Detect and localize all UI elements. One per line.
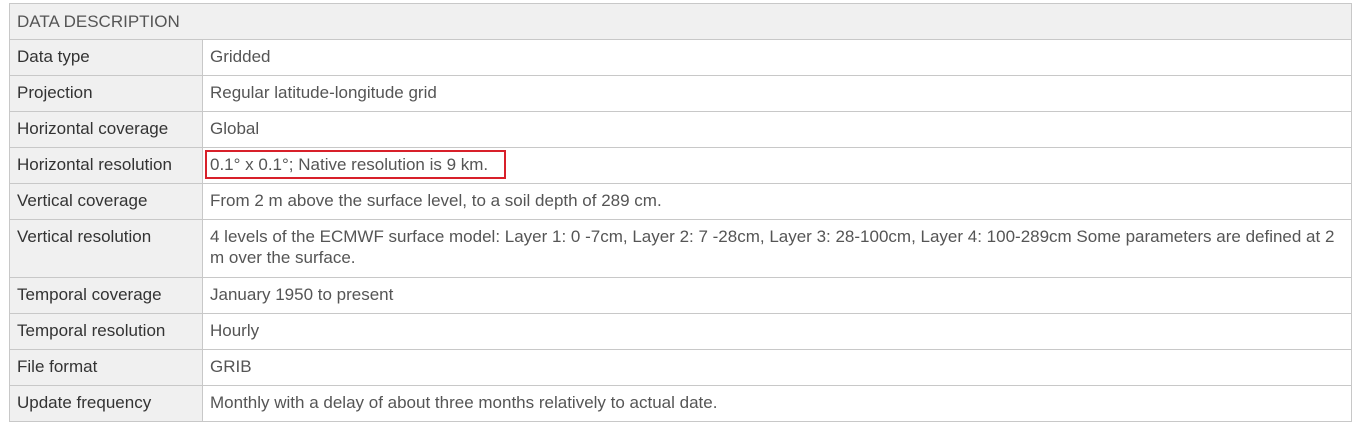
highlight-box: 0.1° x 0.1°; Native resolution is 9 km. <box>205 150 507 179</box>
data-description-table: DATA DESCRIPTION Data type Gridded Proje… <box>9 3 1352 422</box>
row-value-vertical-coverage: From 2 m above the surface level, to a s… <box>202 183 1352 220</box>
row-value-data-type: Gridded <box>202 39 1352 76</box>
row-label-projection: Projection <box>9 75 203 112</box>
table-row: Vertical coverage From 2 m above the sur… <box>9 183 1352 220</box>
row-label-temporal-coverage: Temporal coverage <box>9 277 203 314</box>
table-row: File format GRIB <box>9 349 1352 386</box>
data-description-panel: DATA DESCRIPTION Data type Gridded Proje… <box>9 3 1352 422</box>
row-value-vertical-resolution: 4 levels of the ECMWF surface model: Lay… <box>202 219 1352 278</box>
row-value-file-format: GRIB <box>202 349 1352 386</box>
row-label-vertical-resolution: Vertical resolution <box>9 219 203 278</box>
row-label-data-type: Data type <box>9 39 203 76</box>
row-label-vertical-coverage: Vertical coverage <box>9 183 203 220</box>
table-title: DATA DESCRIPTION <box>9 3 1352 40</box>
table-row: Update frequency Monthly with a delay of… <box>9 385 1352 422</box>
row-label-file-format: File format <box>9 349 203 386</box>
row-value-temporal-coverage: January 1950 to present <box>202 277 1352 314</box>
row-value-projection: Regular latitude-longitude grid <box>202 75 1352 112</box>
table-header-row: DATA DESCRIPTION <box>9 3 1352 40</box>
row-value-temporal-resolution: Hourly <box>202 313 1352 350</box>
row-value-update-frequency: Monthly with a delay of about three mont… <box>202 385 1352 422</box>
table-row: Vertical resolution 4 levels of the ECMW… <box>9 219 1352 278</box>
table-row: Horizontal coverage Global <box>9 111 1352 148</box>
row-label-horizontal-coverage: Horizontal coverage <box>9 111 203 148</box>
row-value-horizontal-resolution: 0.1° x 0.1°; Native resolution is 9 km. <box>202 147 1352 184</box>
table-row: Temporal coverage January 1950 to presen… <box>9 277 1352 314</box>
row-label-horizontal-resolution: Horizontal resolution <box>9 147 203 184</box>
table-row: Data type Gridded <box>9 39 1352 76</box>
row-label-temporal-resolution: Temporal resolution <box>9 313 203 350</box>
table-row: Temporal resolution Hourly <box>9 313 1352 350</box>
row-value-horizontal-coverage: Global <box>202 111 1352 148</box>
table-row: Horizontal resolution 0.1° x 0.1°; Nativ… <box>9 147 1352 184</box>
table-row: Projection Regular latitude-longitude gr… <box>9 75 1352 112</box>
row-label-update-frequency: Update frequency <box>9 385 203 422</box>
